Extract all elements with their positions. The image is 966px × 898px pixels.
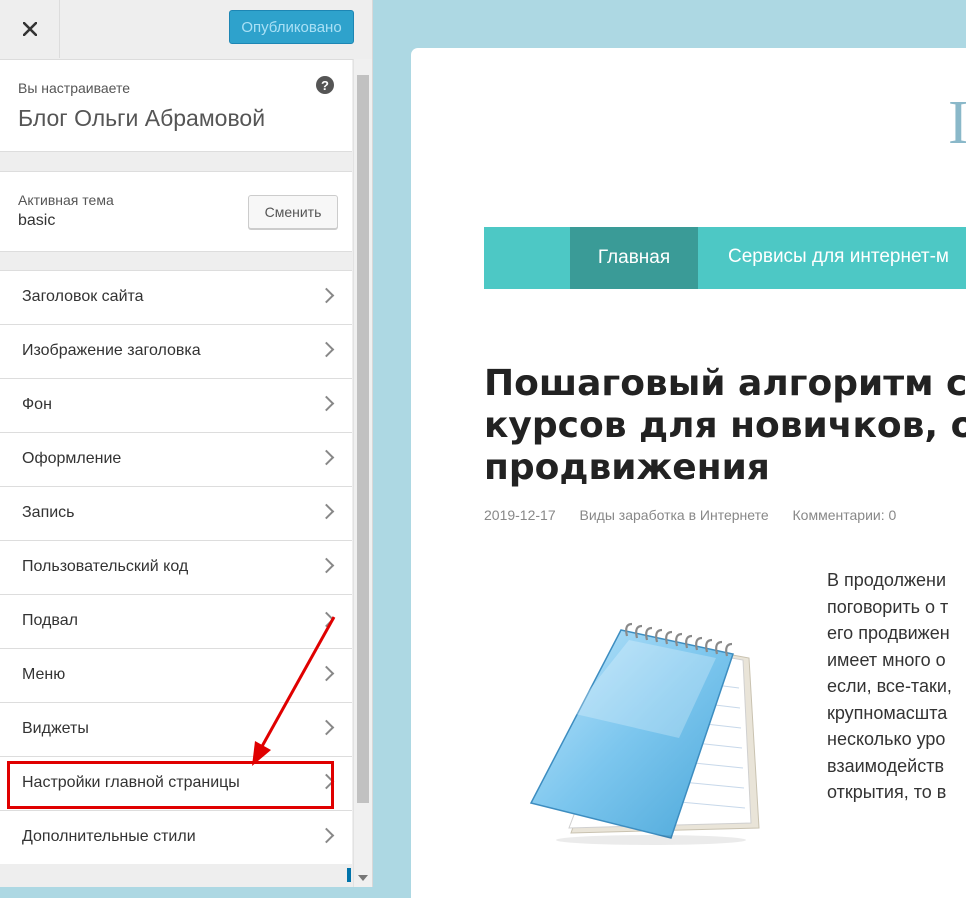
site-preview: I Главная Сервисы для интернет-м Пошагов… xyxy=(411,48,966,898)
section-header-image[interactable]: Изображение заголовка xyxy=(0,324,352,378)
site-logo-fragment: I xyxy=(948,89,966,157)
section-footer[interactable]: Подвал xyxy=(0,594,352,648)
customizing-label: Вы настраиваете xyxy=(18,80,131,96)
excerpt-line: взаимодейств xyxy=(827,755,945,776)
question-icon[interactable]: ? xyxy=(316,76,334,94)
publish-button[interactable]: Опубликовано xyxy=(229,10,354,44)
section-post[interactable]: Запись xyxy=(0,486,352,540)
section-homepage-settings[interactable]: Настройки главной страницы xyxy=(0,756,352,810)
scroll-down-arrow-icon[interactable] xyxy=(358,875,368,881)
chevron-right-icon xyxy=(318,557,335,574)
notepad-icon xyxy=(529,622,760,845)
excerpt-line: если, все-таки, xyxy=(827,676,952,696)
nav-item-home[interactable]: Главная xyxy=(570,227,698,289)
section-widgets[interactable]: Виджеты xyxy=(0,702,352,756)
chevron-right-icon xyxy=(318,665,335,682)
active-theme-label: Активная тема xyxy=(18,192,114,208)
section-additional-css[interactable]: Дополнительные стили xyxy=(0,810,352,864)
section-background[interactable]: Фон xyxy=(0,378,352,432)
active-theme-section: Активная тема basic Сменить xyxy=(0,171,352,252)
section-site-title[interactable]: Заголовок сайта xyxy=(0,270,352,324)
section-label: Меню xyxy=(22,666,66,683)
chevron-right-icon xyxy=(318,773,335,790)
site-info-section: Вы настраиваете Блог Ольги Абрамовой ? xyxy=(0,60,352,152)
section-label: Настройки главной страницы xyxy=(22,774,240,791)
section-label: Пользовательский код xyxy=(22,558,189,575)
section-label: Изображение заголовка xyxy=(22,342,201,359)
post-title-line: продвижения xyxy=(484,447,770,489)
excerpt-line: крупномасшта xyxy=(827,702,948,723)
section-design[interactable]: Оформление xyxy=(0,432,352,486)
section-label: Фон xyxy=(22,396,52,413)
excerpt-line: его продвижен xyxy=(827,623,950,643)
post-title-line: Пошаговый алгоритм со xyxy=(484,363,966,404)
excerpt-line: имеет много о xyxy=(827,649,946,670)
chevron-right-icon xyxy=(318,287,335,304)
customizer-panel: Опубликовано Вы настраиваете Блог Ольги … xyxy=(0,0,373,887)
section-label: Подвал xyxy=(22,612,78,629)
excerpt-line: открытия, то в xyxy=(827,782,947,802)
site-title: Блог Ольги Абрамовой xyxy=(18,105,266,131)
customizer-sections-list: Заголовок сайта Изображение заголовка Фо… xyxy=(0,270,352,864)
customizer-header: Опубликовано xyxy=(0,0,372,60)
section-label: Оформление xyxy=(22,450,122,467)
change-theme-button[interactable]: Сменить xyxy=(248,195,338,229)
section-custom-code[interactable]: Пользовательский код xyxy=(0,540,352,594)
section-menus[interactable]: Меню xyxy=(0,648,352,702)
post-excerpt: В продолжени поговорить о т его продвиже… xyxy=(827,567,952,806)
site-navigation: Главная Сервисы для интернет-м xyxy=(484,227,966,289)
scroll-accent xyxy=(347,868,351,882)
scrollbar-thumb[interactable] xyxy=(357,75,369,803)
nav-item-services[interactable]: Сервисы для интернет-м xyxy=(728,246,949,268)
section-label: Заголовок сайта xyxy=(22,288,144,305)
chevron-right-icon xyxy=(318,719,335,736)
panel-scrollbar[interactable] xyxy=(353,59,372,887)
post-date: 2019-12-17 xyxy=(484,507,556,523)
chevron-right-icon xyxy=(318,611,335,628)
excerpt-line: В продолжени xyxy=(827,570,947,590)
chevron-right-icon xyxy=(318,503,335,520)
section-label: Виджеты xyxy=(22,720,89,737)
post-category-link[interactable]: Виды заработка в Интернете xyxy=(580,507,769,523)
chevron-right-icon xyxy=(318,449,335,466)
excerpt-line: поговорить о т xyxy=(827,596,949,617)
section-label: Дополнительные стили xyxy=(22,828,196,845)
post-title[interactable]: Пошаговый алгоритм со курсов для новичко… xyxy=(484,363,966,489)
chevron-right-icon xyxy=(318,341,335,358)
close-button[interactable] xyxy=(0,0,60,58)
close-icon xyxy=(22,22,37,36)
chevron-right-icon xyxy=(318,827,335,844)
chevron-right-icon xyxy=(318,395,335,412)
excerpt-line: несколько уро xyxy=(827,729,946,749)
post-comments-link[interactable]: Комментарии: 0 xyxy=(793,507,897,523)
active-theme-name: basic xyxy=(18,212,56,229)
post-title-line: курсов для новичков, ос xyxy=(484,405,966,447)
post-meta: 2019-12-17 Виды заработка в Интернете Ко… xyxy=(484,507,916,523)
section-label: Запись xyxy=(22,504,75,521)
